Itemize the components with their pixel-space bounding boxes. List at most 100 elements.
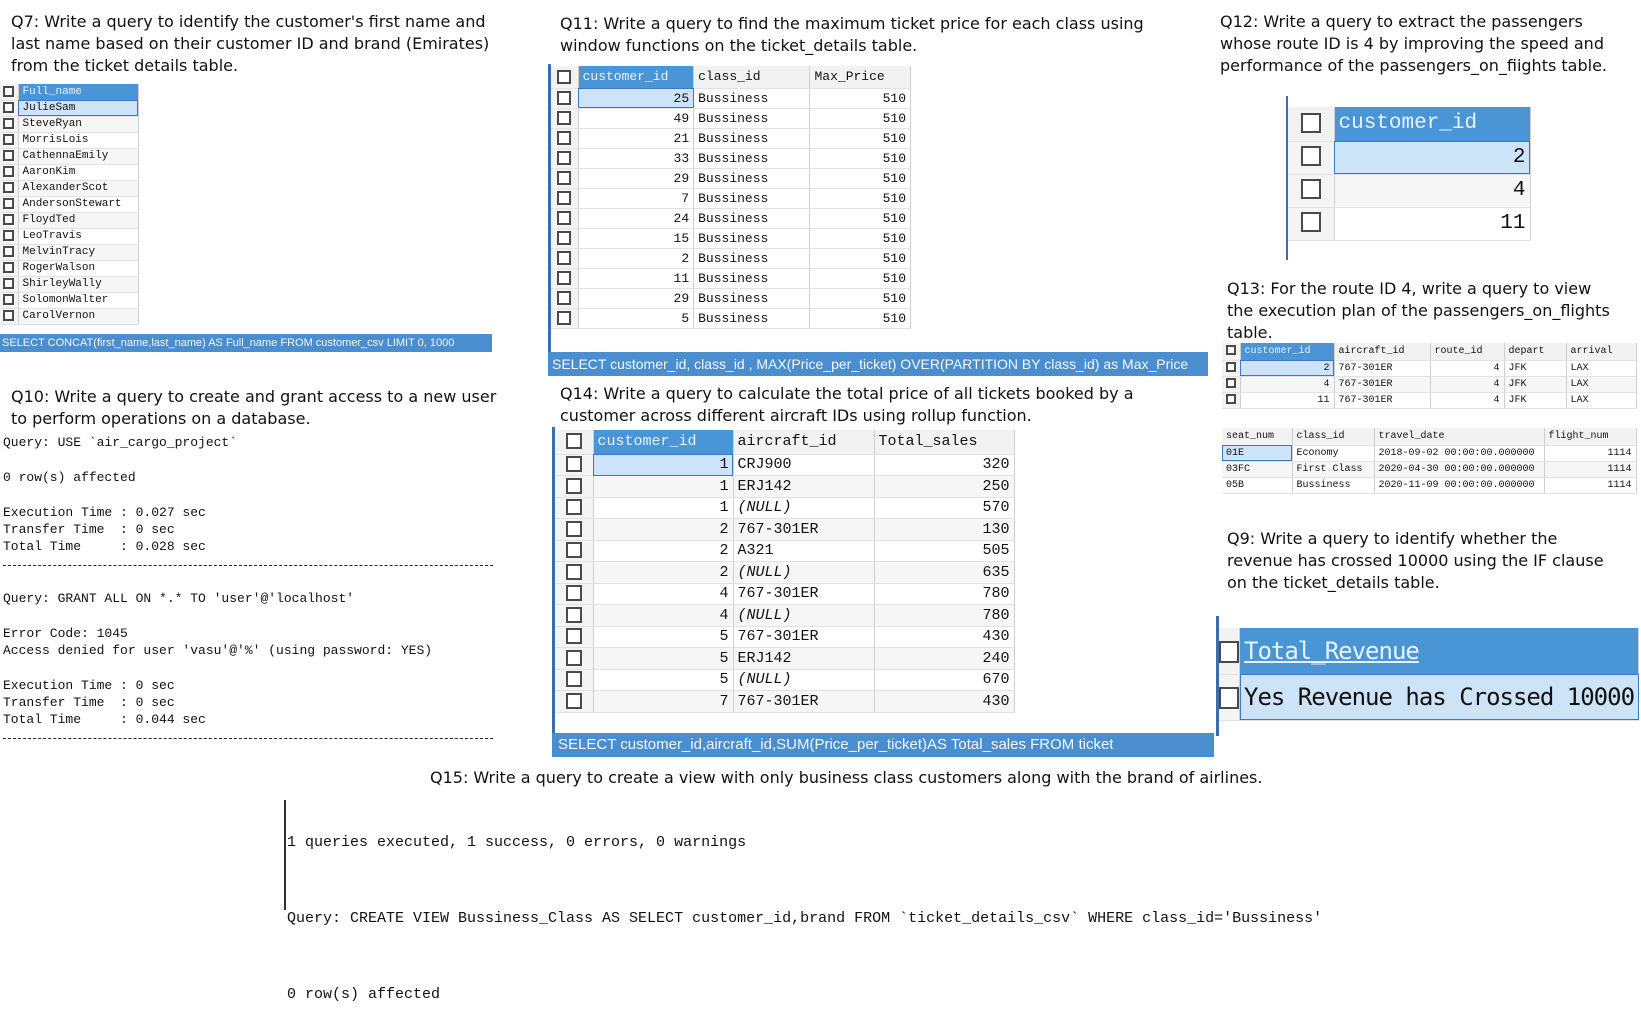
cell-customer-id[interactable]: 2 [593,561,734,584]
checkbox-icon[interactable] [565,628,582,645]
column-header-aircraft-id[interactable]: aircraft_id [733,430,875,455]
column-header-class-id[interactable]: class_id [693,66,811,89]
cell-depart[interactable]: JFK [1504,376,1567,393]
column-header-seat-num[interactable]: seat_num [1222,428,1293,446]
table-row[interactable]: 1 (NULL) 570 [555,497,1015,519]
cell-class-id[interactable]: First Class [1292,461,1375,478]
table-row[interactable]: 2 A321 505 [555,540,1015,562]
cell-customer-id[interactable]: 2 [1334,141,1531,175]
checkbox-icon[interactable] [1225,378,1236,389]
cell-travel-date[interactable]: 2020-11-09 00:00:00.000000 [1374,477,1545,494]
cell-total-sales[interactable]: 505 [874,540,1015,562]
cell-total-sales[interactable]: 670 [874,669,1015,691]
cell-aircraft-id[interactable]: (NULL) [733,497,875,519]
cell-aircraft-id[interactable]: (NULL) [733,669,875,691]
checkbox-icon[interactable] [557,131,572,146]
cell-travel-date[interactable]: 2020-04-30 00:00:00.000000 [1374,461,1545,478]
table-row[interactable]: 1 ERJ142 250 [555,475,1015,498]
checkbox-icon[interactable] [3,229,15,241]
cell-flight-num[interactable]: 1114 [1544,477,1637,494]
cell-max-price[interactable]: 510 [809,288,911,309]
checkbox-icon[interactable] [557,291,572,306]
table-row[interactable]: AlexanderScot [0,180,139,197]
cell-class-id[interactable]: Bussiness [693,148,811,169]
checkbox-icon[interactable] [565,542,582,559]
cell-arrival[interactable]: LAX [1566,392,1637,409]
cell-depart[interactable]: JFK [1504,392,1567,409]
cell-class-id[interactable]: Bussiness [693,248,811,269]
table-row[interactable]: AaronKim [0,164,139,181]
checkbox-icon[interactable] [557,111,572,126]
table-row[interactable]: CarolVernon [0,308,139,325]
table-row[interactable]: 49 Bussiness 510 [551,108,911,129]
cell-route-id[interactable]: 4 [1430,376,1505,393]
table-row[interactable]: SteveRyan [0,116,139,133]
cell-total-sales[interactable]: 430 [874,690,1015,713]
cell-total-sales[interactable]: 250 [874,475,1015,498]
table-row[interactable]: 4 767-301ER 4 JFK LAX [1222,376,1637,393]
checkbox-icon[interactable] [557,211,572,226]
checkbox-icon[interactable] [3,117,15,129]
cell-aircraft-id[interactable]: A321 [733,540,875,562]
table-row[interactable]: 29 Bussiness 510 [551,288,911,309]
cell-customer-id[interactable]: 29 [578,168,695,189]
cell-total-sales[interactable]: 635 [874,561,1015,584]
cell-customer-id[interactable]: 49 [578,108,695,129]
cell-class-id[interactable]: Bussiness [693,228,811,249]
cell-arrival[interactable]: LAX [1566,360,1637,377]
checkbox-icon[interactable] [1300,112,1321,133]
cell-max-price[interactable]: 510 [809,88,911,109]
checkbox-icon[interactable] [565,520,582,537]
q13-explain-grid-top[interactable]: customer_id aircraft_id route_id depart … [1222,343,1640,409]
cell-customer-id[interactable]: 11 [578,268,695,289]
cell-customer-id[interactable]: 29 [578,288,695,309]
table-row[interactable]: 05B Bussiness 2020-11-09 00:00:00.000000 11… [1222,477,1637,494]
table-row[interactable]: 24 Bussiness 510 [551,208,911,229]
cell-max-price[interactable]: 510 [809,268,911,289]
table-row[interactable]: 29 Bussiness 510 [551,168,911,189]
cell-customer-id[interactable]: 33 [578,148,695,169]
cell-class-id[interactable]: Bussiness [693,168,811,189]
cell-aircraft-id[interactable]: 767-301ER [1334,360,1431,377]
checkbox-icon[interactable] [565,585,582,602]
checkbox-icon[interactable] [557,191,572,206]
checkbox-icon[interactable] [3,245,15,257]
checkbox-icon[interactable] [557,91,572,106]
cell-class-id[interactable]: Bussiness [693,308,811,329]
table-row[interactable]: 2 Bussiness 510 [551,248,911,269]
checkbox-icon[interactable] [1300,146,1321,167]
cell-customer-id[interactable]: 2 [593,540,734,562]
cell-customer-id[interactable]: 1 [593,497,734,519]
table-row[interactable]: 11 Bussiness 510 [551,268,911,289]
checkbox-icon[interactable] [3,197,15,209]
table-row[interactable]: 7 Bussiness 510 [551,188,911,209]
cell-full-name[interactable]: CarolVernon [18,308,139,325]
cell-customer-id[interactable]: 5 [578,308,695,329]
cell-seat-num[interactable]: 01E [1222,445,1293,462]
checkbox-icon[interactable] [3,293,15,305]
checkbox-icon[interactable] [3,261,15,273]
cell-full-name[interactable]: SolomonWalter [18,292,139,309]
checkbox-icon[interactable] [565,606,582,623]
cell-customer-id[interactable]: 11 [1334,207,1531,241]
q13-explain-grid-bottom[interactable]: seat_num class_id travel_date flight_num… [1222,428,1640,494]
checkbox-icon[interactable] [3,165,15,177]
table-row[interactable]: LeoTravis [0,228,139,245]
cell-aircraft-id[interactable]: ERJ142 [733,647,875,670]
table-row[interactable]: 33 Bussiness 510 [551,148,911,169]
checkbox-icon[interactable] [565,433,582,450]
cell-total-revenue[interactable]: Yes Revenue has Crossed 10000 [1239,674,1640,721]
cell-customer-id[interactable]: 7 [593,690,734,713]
cell-route-id[interactable]: 4 [1430,392,1505,409]
table-row[interactable]: 03FC First Class 2020-04-30 00:00:00.00000… [1222,461,1637,478]
cell-max-price[interactable]: 510 [809,248,911,269]
cell-customer-id[interactable]: 2 [578,248,695,269]
cell-full-name[interactable]: JulieSam [18,100,139,117]
cell-class-id[interactable]: Bussiness [693,288,811,309]
q7-result-grid[interactable]: Full_name JulieSam SteveRyan MorrisLois Cat… [0,84,140,325]
table-row[interactable]: 11 [1288,207,1531,241]
cell-depart[interactable]: JFK [1504,360,1567,377]
cell-arrival[interactable]: LAX [1566,376,1637,393]
cell-full-name[interactable]: MorrisLois [18,132,139,149]
cell-class-id[interactable]: Bussiness [1292,477,1375,494]
